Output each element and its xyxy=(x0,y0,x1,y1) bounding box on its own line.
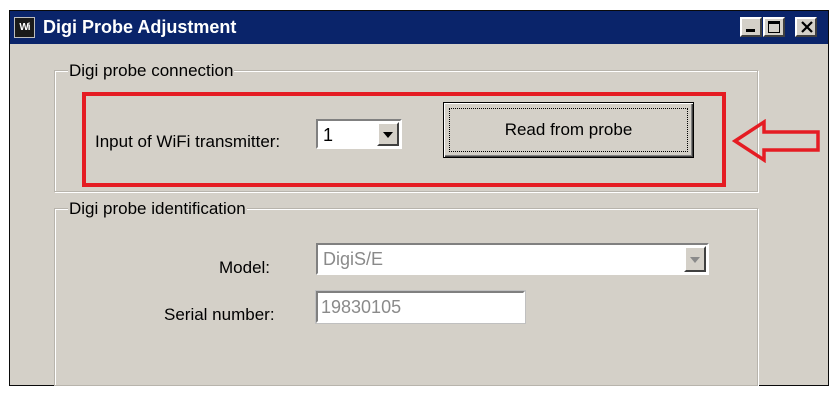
model-label: Model: xyxy=(219,258,271,277)
close-icon xyxy=(801,21,813,33)
identification-group-legend: Digi probe identification xyxy=(68,199,247,219)
serial-number-label: Serial number: xyxy=(164,305,275,324)
left-arrow-icon xyxy=(732,119,820,163)
app-window: Wi Digi Probe Adjustment Digi probe conn… xyxy=(9,10,829,386)
window-title: Digi Probe Adjustment xyxy=(43,17,237,37)
minimize-button[interactable] xyxy=(740,17,762,37)
model-value: DigiS/E xyxy=(323,249,384,269)
model-select[interactable]: DigiS/E xyxy=(316,243,709,275)
connection-group-legend: Digi probe connection xyxy=(68,61,235,81)
close-button[interactable] xyxy=(795,17,817,37)
chevron-down-icon[interactable] xyxy=(684,246,706,272)
title-bar[interactable]: Wi Digi Probe Adjustment xyxy=(10,11,828,44)
annotation-highlight-box xyxy=(82,92,726,187)
serial-number-input[interactable] xyxy=(321,295,511,319)
wifi-app-icon[interactable]: Wi xyxy=(14,17,35,38)
maximize-button[interactable] xyxy=(763,17,785,37)
serial-number-field[interactable] xyxy=(315,290,526,324)
